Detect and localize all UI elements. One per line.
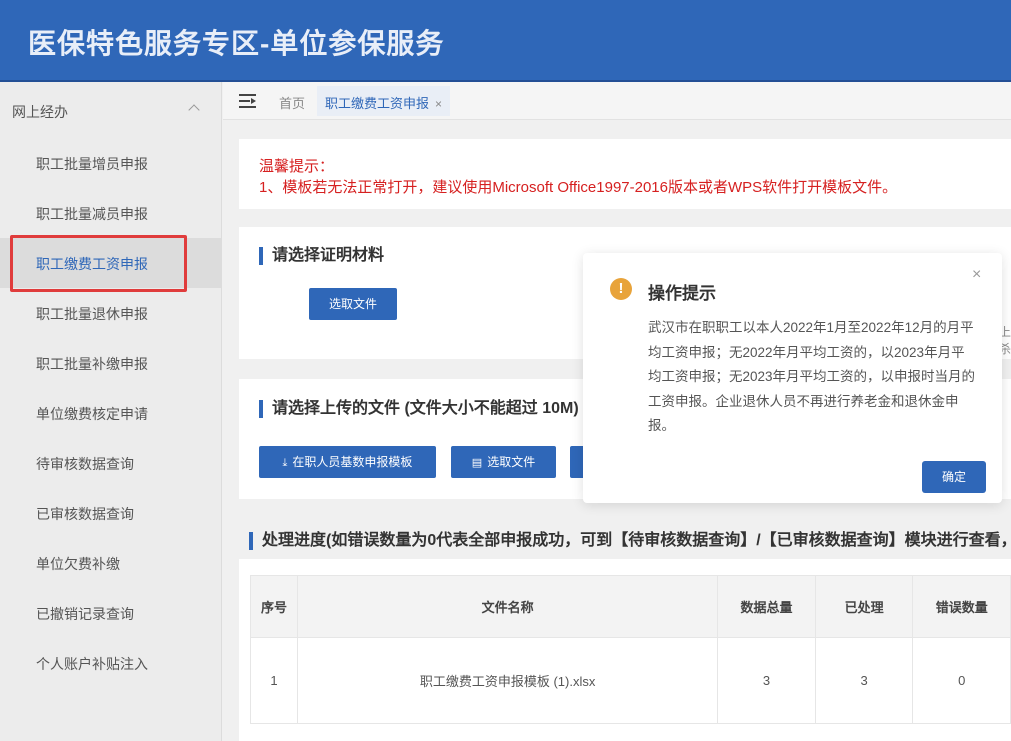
sidebar-item-batch-add[interactable]: 职工批量增员申报 xyxy=(0,138,222,188)
table-header-row: 序号 文件名称 数据总量 已处理 错误数量 xyxy=(251,576,1011,638)
tab-wage-declaration[interactable]: 职工缴费工资申报 × xyxy=(317,86,450,116)
sidebar-item-label: 待审核数据查询 xyxy=(36,454,134,474)
column-header: 错误数量 xyxy=(913,576,1011,638)
close-icon[interactable]: × xyxy=(435,97,442,111)
sidebar-item-pending-query[interactable]: 待审核数据查询 xyxy=(0,438,222,488)
tab-home[interactable]: 首页 xyxy=(279,93,305,112)
file-icon: ▤ xyxy=(472,447,482,479)
tab-label: 职工缴费工资申报 xyxy=(325,93,429,112)
sidebar-item-reviewed-query[interactable]: 已审核数据查询 xyxy=(0,488,222,538)
sidebar-item-batch-reduce[interactable]: 职工批量减员申报 xyxy=(0,188,222,238)
proof-section-title: 请选择证明材料 xyxy=(259,247,384,265)
sidebar-item-label: 职工批量增员申报 xyxy=(36,154,148,174)
progress-table-card: 序号 文件名称 数据总量 已处理 错误数量 1 职工缴费工资申报模板 (1).x… xyxy=(239,559,1011,741)
sidebar-item-label: 单位缴费核定申请 xyxy=(36,404,148,424)
select-upload-file-label: 选取文件 xyxy=(487,455,535,469)
sidebar-item-label: 职工批量减员申报 xyxy=(36,204,148,224)
dialog-title: 操作提示 xyxy=(648,279,716,304)
download-template-button[interactable]: ⤓ 在职人员基数申报模板 xyxy=(259,446,436,478)
sidebar-item-revoked-query[interactable]: 已撤销记录查询 xyxy=(0,588,222,638)
progress-section-title: 处理进度(如错误数量为0代表全部申报成功，可到【待审核数据查询】/【已审核数据查… xyxy=(249,532,1011,550)
sidebar-item-contribution-verify[interactable]: 单位缴费核定申请 xyxy=(0,388,222,438)
app-header: 医保特色服务专区-单位参保服务 xyxy=(0,0,1011,82)
sidebar-item-label: 职工批量退休申报 xyxy=(36,304,148,324)
menu-toggle-icon[interactable] xyxy=(239,94,256,108)
dialog-message: 武汉市在职职工以本人2022年1月至2022年12月的月平均工资申报；无2022… xyxy=(648,316,978,439)
warning-icon: ! xyxy=(610,278,632,300)
sidebar-item-label: 职工批量补缴申报 xyxy=(36,354,148,374)
column-header: 已处理 xyxy=(815,576,913,638)
column-header: 文件名称 xyxy=(298,576,718,638)
sidebar-group-online[interactable]: 网上经办 xyxy=(0,94,222,128)
close-icon[interactable]: × xyxy=(972,267,981,283)
notice-text: 1、模板若无法正常打开，建议使用Microsoft Office1997-201… xyxy=(259,176,897,197)
sidebar-item-arrears-payment[interactable]: 单位欠费补缴 xyxy=(0,538,222,588)
sidebar-group-label: 网上经办 xyxy=(12,102,68,122)
table-cell: 1 xyxy=(251,638,298,724)
chevron-up-icon[interactable] xyxy=(188,104,199,115)
sidebar-item-account-subsidy[interactable]: 个人账户补贴注入 xyxy=(0,638,222,688)
notice-card: 温馨提示： 1、模板若无法正常打开，建议使用Microsoft Office19… xyxy=(239,139,1011,209)
select-upload-file-button[interactable]: ▤ 选取文件 xyxy=(451,446,556,478)
upload-section-title: 请选择上传的文件 (文件大小不能超过 10M) xyxy=(259,400,579,418)
sidebar-item-batch-retire[interactable]: 职工批量退休申报 xyxy=(0,288,222,338)
operation-tip-dialog: × ! 操作提示 武汉市在职职工以本人2022年1月至2022年12月的月平均工… xyxy=(583,253,1002,503)
progress-table: 序号 文件名称 数据总量 已处理 错误数量 1 职工缴费工资申报模板 (1).x… xyxy=(250,575,1011,724)
sidebar-item-batch-supplement[interactable]: 职工批量补缴申报 xyxy=(0,338,222,388)
sidebar-item-label: 已撤销记录查询 xyxy=(36,604,134,624)
table-cell: 3 xyxy=(718,638,816,724)
column-header: 数据总量 xyxy=(718,576,816,638)
sidebar: 网上经办 职工批量增员申报 职工批量减员申报 职工缴费工资申报 职工批量退休申报… xyxy=(0,82,222,741)
table-cell: 3 xyxy=(815,638,913,724)
table-cell: 0 xyxy=(913,638,1011,724)
tab-bar: 首页 职工缴费工资申报 × xyxy=(223,82,1011,120)
select-proof-file-button[interactable]: 选取文件 xyxy=(309,288,397,320)
app-title: 医保特色服务专区-单位参保服务 xyxy=(28,22,444,62)
download-icon: ⤓ xyxy=(283,447,288,479)
table-row: 1 职工缴费工资申报模板 (1).xlsx 3 3 0 xyxy=(251,638,1011,724)
download-template-label: 在职人员基数申报模板 xyxy=(292,455,412,469)
column-header: 序号 xyxy=(251,576,298,638)
confirm-button[interactable]: 确定 xyxy=(922,461,986,493)
sidebar-item-label: 单位欠费补缴 xyxy=(36,554,120,574)
sidebar-item-label: 个人账户补贴注入 xyxy=(36,654,148,674)
notice-title: 温馨提示： xyxy=(259,155,334,176)
annotation-highlight-box xyxy=(10,235,187,292)
sidebar-item-label: 已审核数据查询 xyxy=(36,504,134,524)
table-cell: 职工缴费工资申报模板 (1).xlsx xyxy=(298,638,718,724)
